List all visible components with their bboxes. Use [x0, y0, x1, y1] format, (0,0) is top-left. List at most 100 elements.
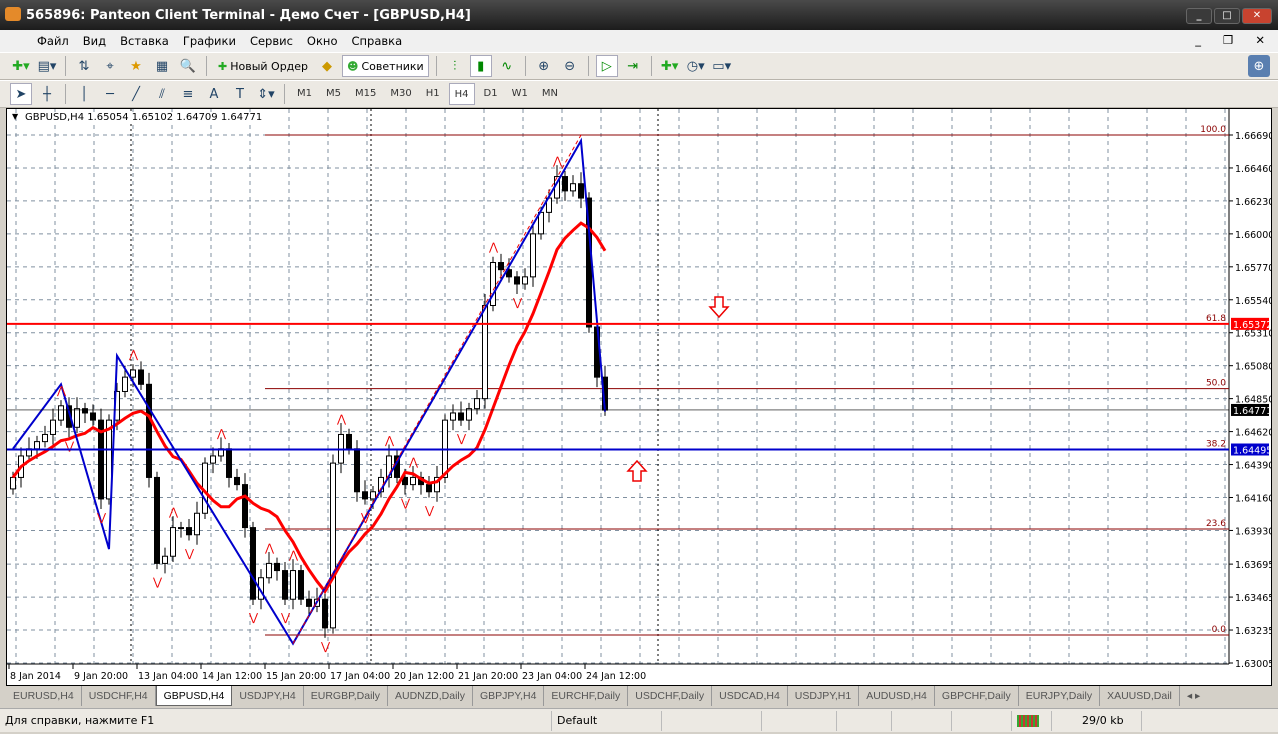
mdi-close-button[interactable]: ✕ — [1248, 33, 1272, 47]
experts-button[interactable]: ☻ Советники — [342, 55, 429, 77]
chart-header: GBPUSD,H4 1.65054 1.65102 1.64709 1.6477… — [25, 112, 263, 123]
bear-candle — [282, 570, 288, 600]
line-chart-icon[interactable]: ∿ — [496, 55, 518, 77]
profiles-icon[interactable]: ▤▾ — [36, 55, 58, 77]
fib-level-label: 38.2 — [1206, 439, 1226, 449]
price-chart[interactable]: 1.66690 1.66460 1.66230 1.66000 1.65770 1.655… — [7, 109, 1271, 685]
fibonacci-icon[interactable]: ≡ — [177, 83, 199, 105]
sidebar-toggle-icon[interactable]: ⊕ — [1248, 55, 1270, 77]
zoom-out-icon[interactable]: ⊖ — [559, 55, 581, 77]
menu-insert[interactable]: Вставка — [113, 34, 176, 48]
timeframe-m5[interactable]: M5 — [321, 83, 346, 105]
indicators-icon[interactable]: ✚▾ — [659, 55, 681, 77]
timeframe-m15[interactable]: M15 — [350, 83, 381, 105]
symbol-tab[interactable]: GBPCHF,Daily — [935, 686, 1019, 706]
templates-icon[interactable]: ▭▾ — [711, 55, 733, 77]
symbol-tab[interactable]: USDCAD,H4 — [712, 686, 788, 706]
symbol-tab[interactable]: GBPUSD,H4 — [155, 686, 233, 706]
symbol-tab[interactable]: USDJPY,H4 — [232, 686, 304, 706]
new-order-button[interactable]: ✚ Новый Ордер — [214, 55, 312, 77]
crosshair-nav-icon[interactable]: ⌖ — [99, 55, 121, 77]
bull-candle — [162, 555, 168, 564]
timeframe-d1[interactable]: D1 — [479, 83, 503, 105]
strategy-tester-icon[interactable]: 🔍 — [177, 55, 199, 77]
menu-help[interactable]: Справка — [344, 34, 409, 48]
market-watch-icon[interactable]: ⇅ — [73, 55, 95, 77]
maximize-button[interactable]: □ — [1214, 8, 1240, 24]
symbol-tab[interactable]: XAUUSD,Dail — [1100, 686, 1180, 706]
menu-view[interactable]: Вид — [76, 34, 113, 48]
timeframe-h1[interactable]: H1 — [421, 83, 445, 105]
bull-candle — [370, 491, 376, 500]
timeframe-h4[interactable]: H4 — [448, 83, 475, 105]
warning-icon[interactable]: ◆ — [316, 55, 338, 77]
bear-candle — [250, 527, 256, 600]
chart-window[interactable]: 1.66690 1.66460 1.66230 1.66000 1.65770 1.655… — [6, 108, 1272, 686]
fractal-down-icon: ⋁ — [512, 296, 523, 309]
fractal-up-icon: ⋀ — [552, 155, 563, 168]
symbol-tab[interactable]: AUDUSD,H4 — [859, 686, 935, 706]
menu-file[interactable]: Файл — [30, 34, 76, 48]
time-label: 14 Jan 12:00 — [202, 671, 262, 682]
menu-tools[interactable]: Сервис — [243, 34, 300, 48]
minimize-button[interactable]: _ — [1186, 8, 1212, 24]
chart-shift-icon[interactable]: ⇥ — [622, 55, 644, 77]
symbol-tab[interactable]: AUDNZD,Daily — [388, 686, 473, 706]
mdi-restore-button[interactable]: ❐ — [1216, 33, 1240, 47]
candlestick-icon[interactable]: ▮ — [469, 55, 492, 77]
bear-candle — [322, 598, 328, 629]
favorites-icon[interactable]: ★ — [125, 55, 147, 77]
text-label-icon[interactable]: T — [229, 83, 251, 105]
fractal-up-icon: ⋀ — [264, 541, 275, 554]
zoom-in-icon[interactable]: ⊕ — [533, 55, 555, 77]
bear-candle — [90, 412, 96, 421]
bull-candle — [58, 405, 64, 421]
menu-window[interactable]: Окно — [300, 34, 345, 48]
timeframe-m1[interactable]: M1 — [292, 83, 317, 105]
timeframe-m30[interactable]: M30 — [385, 83, 416, 105]
arrows-icon[interactable]: ⇕▾ — [255, 83, 277, 105]
fractal-down-icon: ⋁ — [320, 640, 331, 653]
bull-candle — [570, 183, 576, 192]
cursor-icon[interactable]: ➤ — [10, 83, 32, 105]
fib-level-label: 23.6 — [1206, 519, 1226, 529]
vertical-line-icon[interactable]: │ — [73, 83, 95, 105]
mdi-minimize-button[interactable]: _ — [1188, 33, 1208, 47]
text-icon[interactable]: A — [203, 83, 225, 105]
tab-scroll-arrows-icon[interactable]: ◂ ▸ — [1180, 686, 1207, 706]
bar-chart-icon[interactable]: ⫶ — [444, 55, 466, 77]
periods-icon[interactable]: ◷▾ — [685, 55, 707, 77]
symbol-tab[interactable]: USDCHF,Daily — [628, 686, 713, 706]
close-button[interactable]: ✕ — [1242, 8, 1272, 24]
chart-menu-triangle-icon[interactable]: ▼ — [12, 112, 18, 121]
trendline-icon[interactable]: ╱ — [125, 83, 147, 105]
bull-candle — [266, 562, 272, 579]
bear-candle — [234, 476, 240, 486]
equidistant-channel-icon[interactable]: ⫽ — [151, 83, 173, 105]
crosshair-icon[interactable]: ┼ — [36, 83, 58, 105]
symbol-tab[interactable]: GBPJPY,H4 — [473, 686, 545, 706]
terminal-icon[interactable]: ▦ — [151, 55, 173, 77]
symbol-tab[interactable]: EURJPY,Daily — [1019, 686, 1101, 706]
price-label: 1.65372 — [1233, 320, 1271, 331]
symbol-tab[interactable]: EURGBP,Daily — [304, 686, 388, 706]
timeframe-mn[interactable]: MN — [537, 83, 563, 105]
menu-bar: Файл Вид Вставка Графики Сервис Окно Справка _… — [0, 30, 1278, 52]
fractal-up-icon: ⋀ — [288, 549, 299, 562]
autoscroll-icon[interactable]: ▷ — [595, 55, 618, 77]
fractal-down-icon: ⋁ — [96, 511, 107, 524]
bull-candle — [474, 398, 480, 410]
standard-toolbar: ✚▾ ▤▾ ⇅ ⌖ ★ ▦ 🔍 ✚ Новый Ордер ◆ ☻ Советник… — [0, 52, 1278, 80]
horizontal-line-icon[interactable]: ─ — [99, 83, 121, 105]
fractal-down-icon: ⋁ — [400, 497, 411, 510]
price-tick-label: 1.66690 — [1235, 131, 1271, 142]
symbol-tab[interactable]: EURCHF,Daily — [544, 686, 629, 706]
bull-candle — [122, 376, 128, 392]
symbol-tab[interactable]: EURUSD,H4 — [6, 686, 82, 706]
new-chart-icon[interactable]: ✚▾ — [10, 55, 32, 77]
timeframe-w1[interactable]: W1 — [507, 83, 533, 105]
fractal-up-icon: ⋀ — [216, 427, 227, 440]
symbol-tab[interactable]: USDJPY,H1 — [788, 686, 860, 706]
symbol-tab[interactable]: USDCHF,H4 — [82, 686, 156, 706]
menu-charts[interactable]: Графики — [176, 34, 243, 48]
